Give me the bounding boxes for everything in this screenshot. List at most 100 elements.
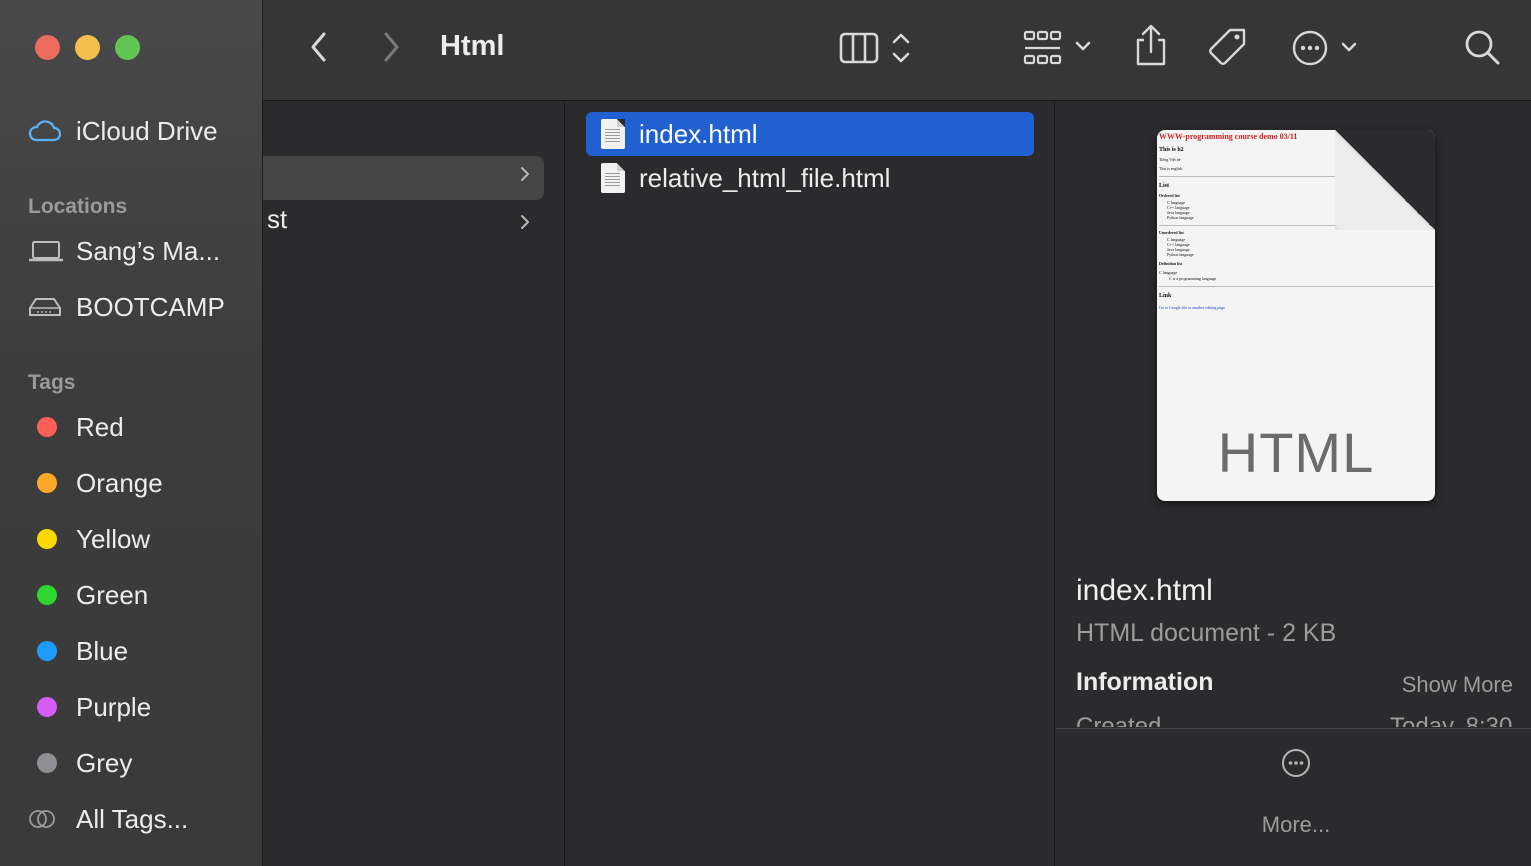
toolbar: Html bbox=[263, 0, 1531, 101]
created-row-clipped: Created Today, 8:30 bbox=[1076, 713, 1516, 727]
thumb-ordered-heading: Ordered list bbox=[1159, 193, 1180, 198]
parent-selected-row[interactable] bbox=[263, 156, 544, 200]
thumb-ordered-list: C language C++ language Java language Py… bbox=[1167, 200, 1335, 220]
group-by-button[interactable] bbox=[1023, 28, 1095, 68]
html-file-icon bbox=[601, 163, 625, 193]
sidebar-tag-grey[interactable]: Grey bbox=[28, 745, 132, 781]
columns-view-icon bbox=[839, 32, 910, 64]
locations-header: Locations bbox=[28, 195, 128, 218]
drive-icon bbox=[28, 293, 64, 321]
thumb-unordered-item: Python language bbox=[1167, 252, 1194, 257]
more-label[interactable]: More... bbox=[1236, 812, 1356, 838]
preview-file-kind: HTML document - 2 KB bbox=[1076, 619, 1337, 647]
thumb-unordered-heading: Unordered list bbox=[1159, 230, 1184, 235]
sidebar-item-label: Red bbox=[76, 411, 124, 442]
sidebar-tag-yellow[interactable]: Yellow bbox=[28, 521, 150, 557]
thumb-def-desc: C is a programming language bbox=[1169, 276, 1217, 281]
information-header: Information bbox=[1076, 668, 1214, 696]
tag-dot-icon bbox=[28, 637, 64, 665]
thumb-def-term: C language bbox=[1159, 270, 1178, 275]
tag-dot-icon bbox=[28, 581, 64, 609]
thumbnail-content: WWW-programming course demo 03/11 This i… bbox=[1159, 132, 1433, 310]
more-actions-button[interactable] bbox=[1256, 747, 1336, 784]
sidebar-item-icloud-drive[interactable]: iCloud Drive bbox=[28, 113, 218, 149]
sidebar-item-label: All Tags... bbox=[76, 803, 189, 834]
back-button[interactable] bbox=[303, 30, 335, 64]
close-window-button[interactable] bbox=[35, 35, 60, 60]
divider bbox=[1056, 728, 1531, 729]
thumb-h2: This is h2 bbox=[1159, 147, 1184, 153]
show-more-link[interactable]: Show More bbox=[1402, 672, 1513, 698]
thumb-p1: Tiếng Việt nè bbox=[1159, 157, 1181, 162]
sidebar-tag-red[interactable]: Red bbox=[28, 409, 124, 445]
tag-dot-icon bbox=[28, 525, 64, 553]
parent-column: st bbox=[263, 101, 565, 866]
tag-dot-icon bbox=[28, 413, 64, 441]
sidebar-item-label: Grey bbox=[76, 747, 133, 778]
file-row-index-html[interactable]: index.html bbox=[586, 112, 1034, 156]
created-label: Created bbox=[1076, 713, 1162, 727]
file-row-relative-html[interactable]: relative_html_file.html bbox=[586, 156, 1034, 200]
share-icon bbox=[1136, 24, 1166, 66]
tag-icon bbox=[1209, 28, 1246, 65]
thumb-link-heading: Link bbox=[1159, 293, 1172, 299]
share-button[interactable] bbox=[1133, 24, 1169, 68]
tags-header: Tags bbox=[28, 371, 76, 394]
tag-dot-icon bbox=[28, 749, 64, 777]
sidebar-item-label: Orange bbox=[76, 467, 163, 498]
window-title: Html bbox=[440, 30, 505, 62]
folder-name: st bbox=[267, 204, 288, 234]
sidebar-tag-orange[interactable]: Orange bbox=[28, 465, 163, 501]
file-type-label: HTML bbox=[1217, 421, 1375, 484]
finder-window: iCloud Drive Locations Sang’s Ma... BOOT… bbox=[0, 0, 1531, 866]
sidebar-tag-purple[interactable]: Purple bbox=[28, 689, 151, 725]
files-column: index.html relative_html_file.html bbox=[566, 101, 1055, 866]
sidebar-item-label: Green bbox=[76, 579, 149, 610]
thumb-link: Go to Google file to another editing pag… bbox=[1159, 305, 1225, 310]
sidebar-tag-blue[interactable]: Blue bbox=[28, 633, 128, 669]
zoom-window-button[interactable] bbox=[115, 35, 140, 60]
action-button[interactable] bbox=[1291, 28, 1365, 68]
sidebar-item-macbook[interactable]: Sang’s Ma... bbox=[28, 233, 220, 269]
ellipsis-circle-icon bbox=[1292, 30, 1357, 66]
created-value: Today, 8:30 bbox=[1390, 713, 1513, 727]
grid-group-icon bbox=[1023, 30, 1091, 65]
sidebar-item-bootcamp[interactable]: BOOTCAMP bbox=[28, 289, 225, 325]
cloud-icon bbox=[28, 117, 64, 145]
chevron-left-icon bbox=[311, 32, 326, 62]
file-name: index.html bbox=[639, 118, 758, 149]
tag-dot-icon bbox=[28, 469, 64, 497]
thumb-p2: This is english bbox=[1159, 166, 1183, 171]
chevron-right-icon bbox=[519, 212, 531, 238]
document-thumbnail: WWW-programming course demo 03/11 This i… bbox=[1157, 130, 1435, 501]
sidebar-tag-green[interactable]: Green bbox=[28, 577, 148, 613]
chevron-right-icon bbox=[384, 32, 399, 62]
sidebar-item-label: Sang’s Ma... bbox=[76, 235, 221, 266]
all-tags-icon bbox=[28, 805, 64, 833]
preview-pane: WWW-programming course demo 03/11 This i… bbox=[1056, 101, 1531, 866]
thumb-unordered-list: C language C++ language Java language Py… bbox=[1167, 237, 1335, 257]
parent-folder-row[interactable]: st bbox=[263, 204, 544, 240]
search-icon bbox=[1465, 30, 1500, 65]
sidebar-item-label: Blue bbox=[76, 635, 129, 666]
forward-button[interactable] bbox=[375, 30, 407, 64]
page-curl-shade bbox=[1335, 130, 1435, 230]
ellipsis-circle-icon bbox=[1282, 749, 1310, 777]
html-file-icon bbox=[601, 119, 625, 149]
chevron-right-icon bbox=[519, 164, 531, 190]
sidebar-all-tags[interactable]: All Tags... bbox=[28, 801, 188, 837]
sidebar-item-label: BOOTCAMP bbox=[76, 291, 225, 322]
thumb-def-heading: Definition list bbox=[1159, 261, 1183, 266]
sidebar-item-label: Purple bbox=[76, 691, 152, 722]
preview-file-name: index.html bbox=[1076, 574, 1213, 607]
thumb-list-heading: List bbox=[1159, 183, 1170, 189]
thumb-ordered-item: Python language bbox=[1167, 215, 1194, 220]
tag-button[interactable] bbox=[1206, 26, 1250, 70]
thumb-title: WWW-programming course demo 03/11 bbox=[1159, 132, 1298, 141]
sidebar-item-label: Yellow bbox=[76, 523, 151, 554]
tag-dot-icon bbox=[28, 693, 64, 721]
search-button[interactable] bbox=[1463, 28, 1503, 68]
view-mode-button[interactable] bbox=[838, 28, 918, 68]
file-name: relative_html_file.html bbox=[639, 162, 891, 193]
minimize-window-button[interactable] bbox=[75, 35, 100, 60]
